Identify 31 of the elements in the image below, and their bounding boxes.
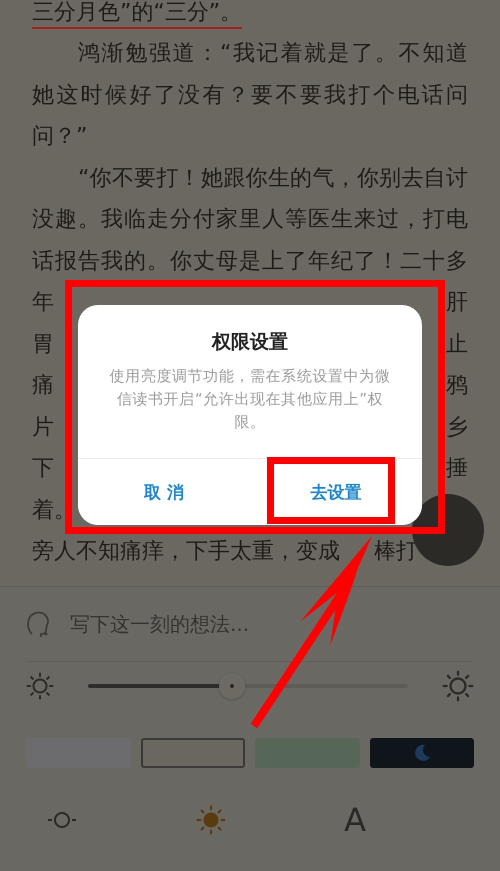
text-line: 话报告我的。你丈母是上了年纪了！二十多 — [32, 248, 468, 276]
text-line: “你不要打！她跟你生的气，你别去自讨 — [78, 164, 468, 193]
dialog-message: 使用亮度调节功能，需在系统设置中为微信读书开启“允许出现在其他应用上”权限。 — [108, 366, 392, 433]
text-line: 片 — [32, 414, 54, 442]
thought-bubble-icon — [26, 610, 50, 638]
text-line: 止 — [446, 330, 468, 359]
text-line: 年 — [32, 289, 54, 318]
brightness-low-icon — [26, 672, 54, 700]
text-line: 三分月色”的“三分”。 — [32, 0, 242, 29]
theme-swatch[interactable] — [370, 738, 474, 768]
text-line: 捶 — [446, 455, 468, 484]
brightness-slider[interactable] — [88, 673, 408, 699]
dialog-title: 权限设置 — [210, 330, 289, 355]
slider-thumb[interactable] — [219, 673, 245, 699]
theme-swatch[interactable] — [140, 738, 245, 768]
text-line: 问？” — [32, 123, 88, 152]
text-line: 肝 — [446, 289, 468, 318]
text-line: 没趣。我临走分付家里人等医生来过，打电 — [32, 206, 468, 234]
text-line: 下 — [32, 455, 54, 484]
text-line: 胃 — [32, 330, 54, 359]
text-line: 痛 — [32, 372, 54, 400]
text-line: 鸿渐勉强道：“我记着就是了。不知道 — [78, 40, 468, 68]
text-line: 她这时候好了没有？要不要我打个电话问 — [32, 82, 468, 110]
text-line: 鸦 — [446, 372, 468, 400]
text-line: 旁人不知痛痒，下手太重，变成 — [32, 538, 340, 566]
brightness-high-icon — [442, 670, 474, 702]
text-line: 棒打 — [374, 538, 418, 566]
text-line: 乡 — [446, 414, 468, 442]
font-button[interactable]: A — [344, 802, 366, 838]
sun-icon[interactable] — [195, 804, 228, 836]
text-line: 着。 — [32, 496, 76, 525]
